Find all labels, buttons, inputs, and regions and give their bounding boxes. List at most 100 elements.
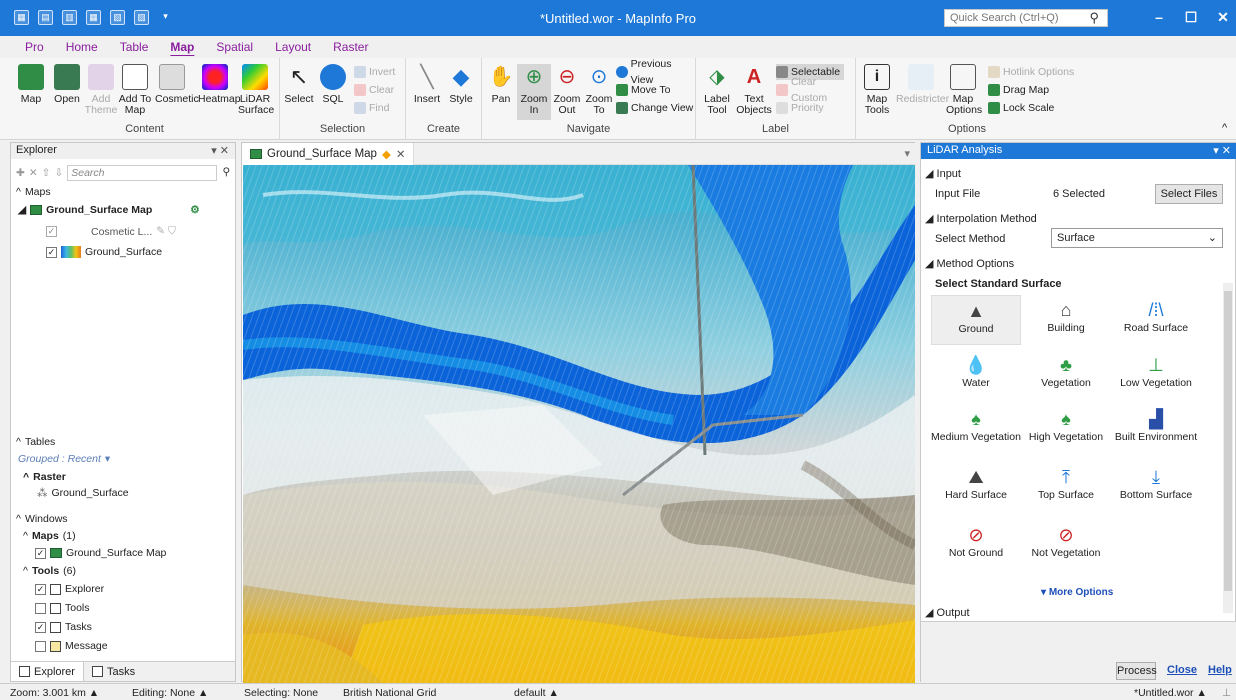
up-icon[interactable]: ⇧ — [42, 167, 51, 179]
style-status[interactable]: default ▲ — [514, 687, 559, 699]
workspace-status[interactable]: *Untitled.wor ▲ — [1134, 687, 1207, 699]
explorer-checkbox[interactable]: ✓ — [35, 583, 46, 595]
surface-ground[interactable]: ▲ Ground — [931, 295, 1021, 345]
add-icon[interactable]: ✚ — [16, 167, 25, 179]
select-files-button[interactable]: Select Files — [1155, 184, 1223, 204]
zoom-out-button[interactable]: ⊖ Zoom Out — [550, 64, 584, 116]
tab-layout[interactable]: Layout — [264, 36, 322, 58]
redistricter-button[interactable]: Redistricter — [896, 64, 949, 105]
surface-low-vegetation[interactable]: ⊥ Low Vegetation — [1111, 353, 1201, 390]
interpolation-section-header[interactable]: ◢ Interpolation Method — [925, 212, 1037, 225]
surface-not-vegetation[interactable]: ⊘ Not Vegetation — [1021, 523, 1111, 560]
surface-hard[interactable]: ⛰ Hard Surface — [931, 465, 1021, 502]
remove-icon[interactable]: ✕ — [29, 167, 38, 179]
raster-table-item[interactable]: ⁂ Ground_Surface — [37, 487, 129, 499]
map-options-icon[interactable]: ⚙ — [190, 204, 199, 216]
projection-status[interactable]: British National Grid — [343, 687, 436, 699]
priority-button[interactable]: Priority — [776, 100, 824, 116]
process-button[interactable]: Process — [1116, 662, 1157, 680]
drag-map-button[interactable]: Drag Map — [988, 82, 1049, 98]
panel-scrollbar[interactable] — [1223, 283, 1233, 613]
input-section-header[interactable]: ◢ Input — [925, 167, 961, 180]
message-checkbox[interactable] — [35, 640, 46, 652]
map-tools-button[interactable]: i Map Tools — [860, 64, 894, 116]
surface-top[interactable]: ⤒ Top Surface — [1021, 465, 1111, 502]
maps-windows-group[interactable]: ^ Maps (1) — [23, 530, 76, 542]
method-options-section-header[interactable]: ◢ Method Options — [925, 257, 1014, 270]
map-button[interactable]: Map — [14, 64, 48, 105]
ground-surface-layer-checkbox[interactable]: ✓ — [46, 246, 57, 258]
tables-section-header[interactable]: ^ Tables — [16, 436, 55, 448]
surface-built-environment[interactable]: ▟ Built Environment — [1111, 407, 1201, 444]
cosmetic-layer-item[interactable]: ✓ Cosmetic L... ✎ ⛉ — [46, 225, 176, 238]
quick-search-input[interactable]: Quick Search (Ctrl+Q) ⚲ — [944, 9, 1108, 27]
label-tool-button[interactable]: ⬗ Label Tool — [700, 64, 734, 116]
scrollbar-thumb[interactable] — [1224, 291, 1232, 591]
change-view-button[interactable]: Change View — [616, 100, 693, 116]
surface-bottom[interactable]: ⤓ Bottom Surface — [1111, 465, 1201, 502]
minimize-button[interactable]: – — [1146, 9, 1172, 27]
insert-button[interactable]: ╲ Insert — [410, 64, 444, 105]
map-options-button[interactable]: Map Options — [946, 64, 982, 116]
heatmap-button[interactable]: Heatmap — [198, 64, 241, 105]
map-tree-item[interactable]: ◢ Ground_Surface Map ⚙ — [18, 204, 200, 216]
add-to-map-button[interactable]: Add To Map — [118, 64, 152, 116]
text-objects-button[interactable]: A Text Objects — [734, 64, 774, 116]
cosmetic-button[interactable]: Cosmetic — [155, 64, 199, 105]
tools-checkbox[interactable] — [35, 602, 46, 614]
surface-water[interactable]: 💧 Water — [931, 353, 1021, 390]
maximize-button[interactable]: ☐ — [1178, 9, 1204, 27]
pan-button[interactable]: ✋ Pan — [484, 64, 518, 105]
select-button[interactable]: ↖ Select — [282, 64, 316, 105]
sql-button[interactable]: SQL — [316, 64, 350, 105]
tab-map[interactable]: Map — [159, 36, 205, 58]
add-theme-button[interactable]: Add Theme — [84, 64, 118, 116]
tasks-checkbox[interactable]: ✓ — [35, 621, 46, 633]
tab-pro[interactable]: Pro — [14, 36, 55, 58]
style-button[interactable]: ◆ Style — [444, 64, 478, 105]
map-window-item[interactable]: ✓ Ground_Surface Map — [35, 547, 166, 559]
windows-section-header[interactable]: ^ Windows — [16, 513, 68, 525]
surface-not-ground[interactable]: ⊘ Not Ground — [931, 523, 1021, 560]
surface-road[interactable]: /⁞\ Road Surface — [1111, 298, 1201, 335]
lidar-surface-button[interactable]: LiDAR Surface — [238, 64, 274, 116]
output-section-header[interactable]: ◢ Output — [925, 606, 970, 619]
surface-medium-vegetation[interactable]: ♠ Medium Vegetation — [931, 407, 1021, 444]
find-button[interactable]: Find — [354, 100, 389, 116]
panel-options-icon[interactable]: ▾ ✕ — [1213, 144, 1231, 157]
cosmetic-layer-checkbox[interactable]: ✓ — [46, 226, 57, 237]
down-icon[interactable]: ⇩ — [54, 167, 63, 179]
tab-spatial[interactable]: Spatial — [205, 36, 264, 58]
explorer-search-input[interactable]: Search ⚲ — [67, 165, 230, 181]
clear-custom-button[interactable]: Clear Custom — [776, 76, 855, 104]
map-canvas[interactable] — [243, 165, 915, 683]
tab-home[interactable]: Home — [55, 36, 109, 58]
edit-icon[interactable]: ✎ ⛉ — [156, 225, 176, 238]
tool-item-explorer[interactable]: ✓ Explorer — [35, 583, 104, 595]
select-method-dropdown[interactable]: Surface ⌄ — [1051, 228, 1223, 248]
tool-item-message[interactable]: Message — [35, 640, 108, 652]
map-window-checkbox[interactable]: ✓ — [35, 547, 46, 559]
grouped-selector[interactable]: Grouped : Recent ▾ — [18, 453, 110, 465]
tab-raster[interactable]: Raster — [322, 36, 379, 58]
map-document-tab[interactable]: Ground_Surface Map ◆ ✕ — [242, 143, 415, 165]
surface-building[interactable]: ⌂ Building — [1021, 298, 1111, 335]
more-options-link[interactable]: ▾ More Options — [1041, 587, 1113, 598]
panel-options-icon[interactable]: ▾ ✕ — [211, 144, 229, 157]
invert-button[interactable]: Invert — [354, 64, 395, 80]
collapse-ribbon-icon[interactable]: ^ — [1222, 122, 1227, 134]
close-link[interactable]: Close — [1167, 664, 1197, 676]
selecting-status[interactable]: Selecting: None — [244, 687, 318, 699]
help-link[interactable]: Help — [1208, 664, 1232, 676]
maps-section-header[interactable]: ^ Maps — [16, 186, 51, 198]
editing-status[interactable]: Editing: None ▲ — [132, 687, 208, 699]
surface-vegetation[interactable]: ♣ Vegetation — [1021, 353, 1111, 390]
close-button[interactable]: ✕ — [1210, 9, 1236, 27]
clear-button[interactable]: Clear — [354, 82, 394, 98]
surface-high-vegetation[interactable]: ♠ High Vegetation — [1021, 407, 1111, 444]
tab-explorer[interactable]: Explorer — [11, 662, 84, 681]
previous-view-button[interactable]: Previous View — [616, 58, 695, 86]
open-button[interactable]: Open — [50, 64, 84, 105]
zoom-to-button[interactable]: ⊙ Zoom To — [582, 64, 616, 116]
raster-group-header[interactable]: ^ Raster — [23, 471, 66, 483]
